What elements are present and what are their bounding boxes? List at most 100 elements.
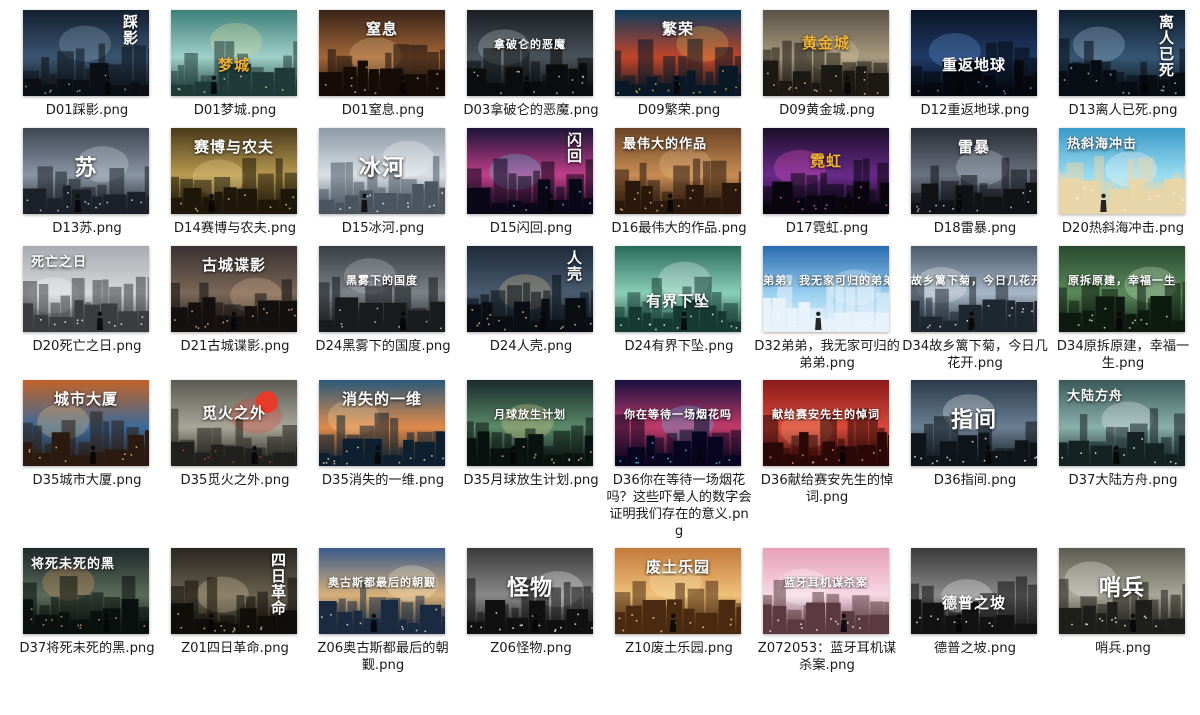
thumbnail-title: 离人已死: [1157, 14, 1175, 78]
thumbnail-building: [625, 180, 641, 214]
thumbnail-window: [1063, 79, 1066, 81]
thumbnail-window: [1061, 456, 1063, 459]
thumbnail-building: [42, 83, 56, 96]
thumbnail-window: [522, 311, 524, 313]
file-name: D37将死未死的黑.png: [19, 641, 155, 656]
thumbnail-building: [793, 197, 806, 214]
thumbnail-building: [128, 435, 144, 466]
thumbnail-building: [546, 620, 566, 634]
thumbnail-title: 弟弟，我无家可归的弟弟: [763, 274, 889, 287]
thumbnail-window: [936, 460, 938, 462]
thumbnail-window: [648, 191, 651, 194]
thumbnail-window: [864, 71, 866, 73]
thumbnail-window: [1008, 314, 1011, 317]
file-name: D09黄金城.png: [779, 103, 875, 118]
thumbnail-building: [615, 81, 629, 96]
thumbnail-building: [71, 189, 91, 214]
thumbnail-building: [51, 432, 70, 466]
thumbnail-window: [436, 73, 439, 75]
thumbnail-window: [348, 207, 351, 209]
thumbnail-artwork: [911, 548, 1037, 634]
thumbnail-window: [525, 316, 527, 319]
thumbnail-window: [769, 456, 772, 459]
thumbnail-building: [911, 202, 921, 214]
file-thumbnail: 黄金城: [763, 10, 889, 96]
thumbnail-building: [58, 612, 70, 634]
thumbnail-building: [258, 199, 280, 214]
thumbnail-title: 月球放生计划: [494, 408, 566, 421]
thumbnail-building: [1082, 310, 1095, 332]
file-thumbnail: 雷暴: [911, 128, 1037, 214]
thumbnail-window: [1141, 438, 1143, 440]
file-name: D09繁荣.png: [637, 103, 721, 118]
thumbnail-artwork: [763, 380, 889, 466]
file-name: D20热斜海冲击.png: [1061, 221, 1185, 236]
thumbnail-window: [795, 321, 797, 323]
thumbnail-window: [661, 204, 663, 207]
thumbnail-window: [369, 194, 371, 197]
thumbnail-window: [486, 317, 489, 320]
thumbnail-window: [470, 625, 473, 628]
thumbnail-building: [642, 600, 666, 634]
thumbnail-window: [649, 202, 652, 204]
thumbnail-window: [247, 625, 249, 628]
thumbnail-building: [272, 452, 295, 466]
thumbnail-window: [441, 192, 444, 194]
thumbnail-window: [1182, 199, 1184, 201]
thumbnail-building: [252, 72, 274, 96]
thumbnail-building: [995, 615, 1015, 634]
thumbnail-building: [412, 184, 424, 214]
thumbnail-window: [191, 310, 193, 313]
thumbnail-window: [252, 315, 254, 317]
thumbnail-building: [798, 302, 811, 332]
thumbnail-building: [514, 438, 528, 466]
thumbnail-window: [722, 70, 724, 72]
file-thumbnail: 消失的一维: [319, 380, 445, 466]
thumbnail-building: [655, 453, 673, 466]
file-thumbnail: 你在等待一场烟花吗: [615, 380, 741, 466]
thumbnail-building: [1080, 180, 1101, 214]
thumbnail-window: [260, 628, 262, 630]
thumbnail-window: [232, 461, 235, 463]
thumbnail-building: [103, 194, 127, 214]
file-thumbnail: 离人已死: [1059, 10, 1185, 96]
thumbnail-building: [419, 604, 442, 634]
thumbnail-building: [237, 188, 258, 214]
thumbnail-building: [772, 605, 787, 634]
thumbnail-building: [514, 301, 531, 332]
thumbnail-window: [67, 192, 69, 194]
thumbnail-building: [1164, 179, 1185, 214]
thumbnail-window: [1145, 323, 1148, 325]
thumbnail-window: [340, 323, 343, 325]
thumbnail-window: [649, 323, 651, 326]
thumbnail-window: [949, 459, 951, 461]
thumbnail-window: [398, 461, 401, 464]
thumbnail-window: [433, 204, 435, 207]
thumbnail-window: [1148, 198, 1151, 201]
file-name: Z01四日革命.png: [181, 641, 289, 656]
thumbnail-window: [207, 323, 209, 325]
thumbnail-title: 黑雾下的国度: [346, 274, 418, 287]
thumbnail-window: [115, 617, 117, 619]
thumbnail-building: [763, 60, 778, 96]
thumbnail-building: [763, 442, 784, 466]
thumbnail-window: [1029, 190, 1031, 192]
thumbnail-window: [140, 323, 143, 325]
thumbnail-window: [64, 460, 67, 462]
thumbnail-building: [806, 602, 826, 634]
thumbnail-building: [528, 434, 544, 466]
thumbnail-window: [715, 462, 718, 465]
thumbnail-window: [131, 199, 133, 201]
thumbnail-window: [57, 209, 59, 212]
thumbnail-window: [801, 627, 803, 629]
thumbnail-title: 消失的一维: [341, 390, 422, 408]
thumbnail-window: [721, 320, 723, 323]
thumbnail-building: [718, 65, 738, 96]
thumbnail-window: [619, 460, 622, 462]
thumbnail-building: [335, 202, 344, 214]
thumbnail-window: [667, 89, 670, 92]
thumbnail-window: [60, 615, 63, 618]
thumbnail-window: [376, 210, 379, 213]
file-thumbnail: 城市大厦: [23, 380, 149, 466]
file-name: D32弟弟，我无家可归的弟弟.png: [754, 339, 900, 371]
